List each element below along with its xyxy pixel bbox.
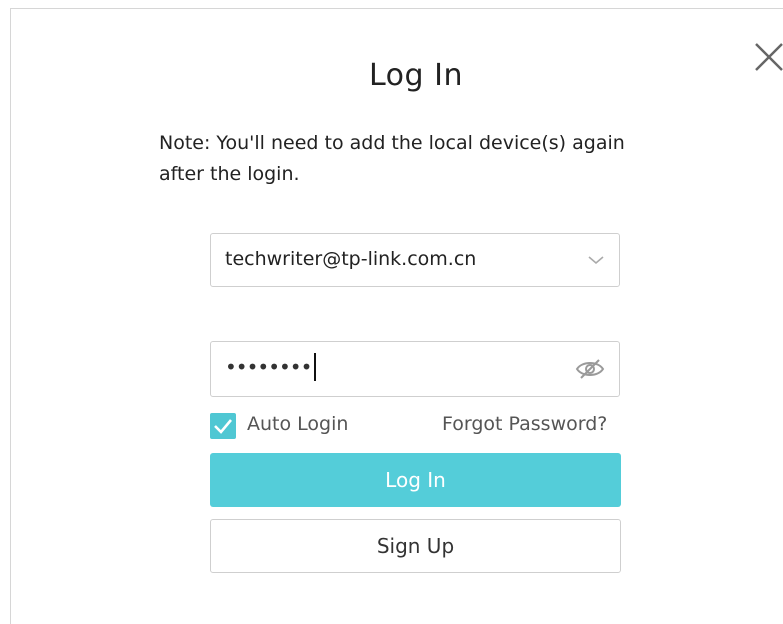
auto-login-label[interactable]: Auto Login [247,413,348,435]
login-dialog: Log In Note: You'll need to add the loca… [10,8,783,624]
dialog-title: Log In [369,58,463,93]
signup-button[interactable]: Sign Up [210,519,621,573]
text-caret [314,352,317,381]
email-dropdown-toggle[interactable] [587,254,605,266]
checkmark-icon [214,419,232,434]
auto-login-checkbox[interactable] [210,413,236,439]
eye-slash-icon [575,359,605,379]
password-field[interactable]: •••••••• [210,341,620,397]
password-masked-text: •••••••• [225,355,312,379]
email-field[interactable]: techwriter@tp-link.com.cn [210,233,620,287]
password-value: •••••••• [225,352,317,381]
login-note: Note: You'll need to add the local devic… [159,132,625,185]
login-button[interactable]: Log In [210,453,621,507]
email-value: techwriter@tp-link.com.cn [225,248,477,270]
login-options: Auto Login Forgot Password? [210,410,630,440]
forgot-password-link[interactable]: Forgot Password? [442,413,607,435]
chevron-down-icon [588,256,604,265]
password-visibility-toggle[interactable] [575,358,605,380]
